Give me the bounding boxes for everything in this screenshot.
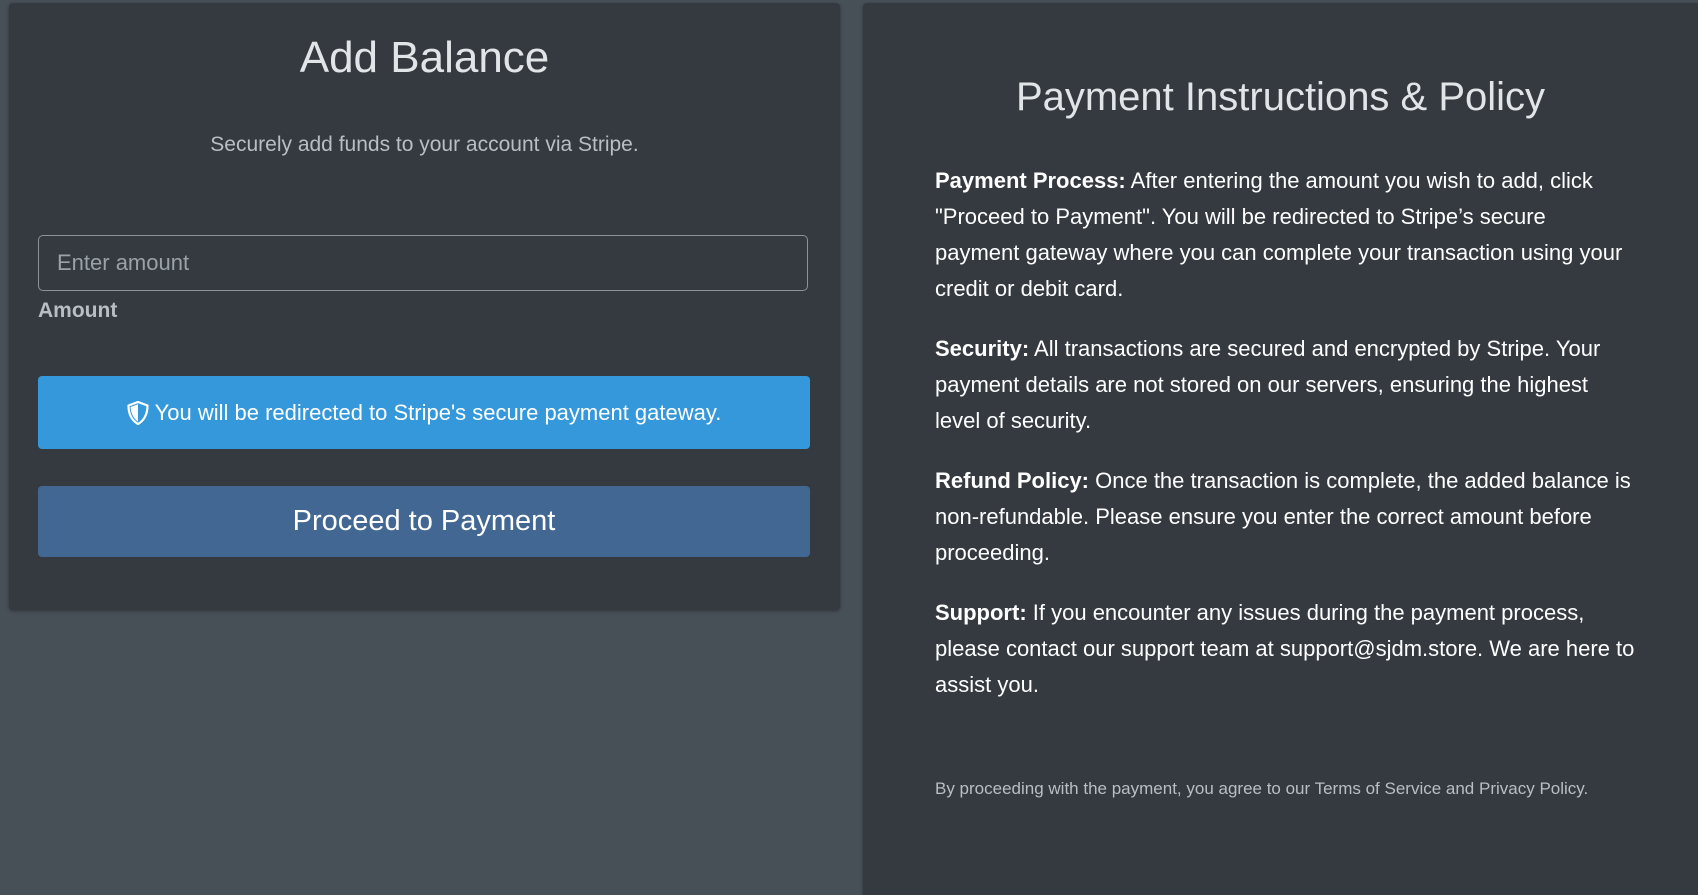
policy-footer-note: By proceeding with the payment, you agre…	[935, 779, 1589, 798]
page: Add Balance Securely add funds to your a…	[0, 0, 1698, 895]
policy-heading: Security:	[935, 336, 1030, 361]
policy-text: All transactions are secured and encrypt…	[935, 336, 1601, 433]
add-balance-card: Add Balance Securely add funds to your a…	[9, 3, 840, 610]
policy-card: Payment Instructions & Policy Payment Pr…	[863, 3, 1698, 895]
policy-title: Payment Instructions & Policy	[1015, 75, 1546, 119]
proceed-to-payment-button[interactable]: Proceed to Payment	[38, 486, 810, 557]
amount-label: Amount	[38, 299, 118, 322]
add-balance-subtitle: Securely add funds to your account via S…	[210, 133, 639, 156]
policy-refund: Refund Policy: Once the transaction is c…	[935, 463, 1635, 571]
policy-heading: Refund Policy:	[935, 468, 1090, 493]
amount-input[interactable]	[38, 235, 808, 291]
policy-heading: Payment Process:	[935, 168, 1126, 193]
shield-icon	[127, 400, 149, 425]
add-balance-title: Add Balance	[299, 33, 550, 82]
policy-text: If you encounter any issues during the p…	[935, 600, 1635, 697]
redirect-notice-text: You will be redirected to Stripe's secur…	[154, 399, 722, 425]
policy-security: Security: All transactions are secured a…	[935, 331, 1635, 439]
policy-support: Support: If you encounter any issues dur…	[935, 595, 1635, 703]
policy-heading: Support:	[935, 600, 1027, 625]
redirect-notice: You will be redirected to Stripe's secur…	[38, 376, 810, 449]
policy-payment-process: Payment Process: After entering the amou…	[935, 163, 1635, 307]
